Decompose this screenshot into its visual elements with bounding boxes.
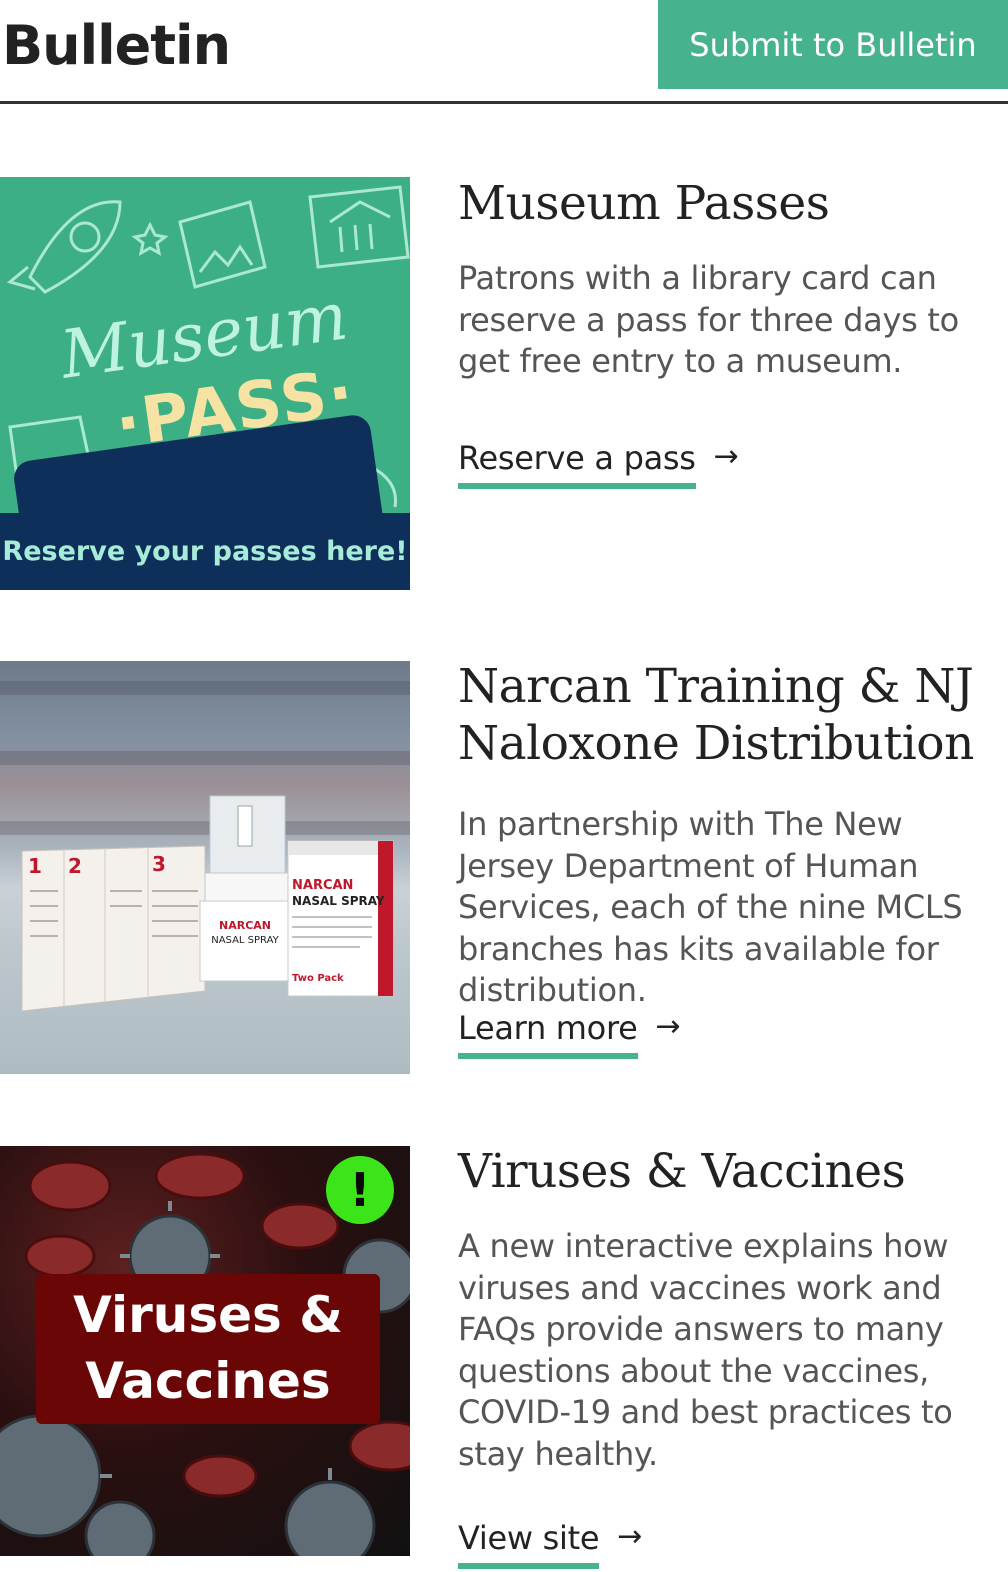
bulletin-card-narcan: 1 2 3 NARCAN NASAL SPRAY NARCAN NASAL SP… [0,659,1008,1074]
virus-label-line1: Viruses & [73,1286,343,1344]
museum-pass-image[interactable]: Museum ·PASS· Reserve your passes here! [0,177,410,590]
viruses-vaccines-image[interactable]: Viruses & Vaccines ! [0,1146,410,1556]
learn-more-link[interactable]: Learn more → [458,1009,681,1059]
svg-text:1: 1 [28,854,42,878]
narcan-name-small: NASAL SPRAY [211,935,279,946]
link-label: Learn more [458,1009,638,1059]
card-title: Viruses & Vaccines [458,1144,906,1199]
card-title: Narcan Training & NJ Naloxone Distributi… [458,659,974,771]
arrow-right-icon: → [713,439,739,474]
link-label: View site [458,1519,600,1569]
narcan-brand-large: NARCAN [292,878,353,893]
narcan-card-body: Narcan Training & NJ Naloxone Distributi… [458,659,1008,1059]
viruses-card-body: Viruses & Vaccines A new interactive exp… [458,1144,1008,1569]
alert-icon: ! [326,1156,394,1224]
bulletin-card-museum-passes: Museum ·PASS· Reserve your passes here! … [0,176,1008,590]
page-title: Bulletin [2,14,231,77]
narcan-kit-illustration: 1 2 3 NARCAN NASAL SPRAY NARCAN NASAL SP… [21,795,394,1012]
svg-text:3: 3 [152,852,166,876]
card-description: A new interactive explains how viruses a… [458,1227,953,1473]
narcan-image[interactable]: 1 2 3 NARCAN NASAL SPRAY NARCAN NASAL SP… [0,661,410,1074]
card-description: In partnership with The New Jersey Depar… [458,805,963,1010]
card-title: Museum Passes [458,176,830,231]
link-label: Reserve a pass [458,439,696,489]
bulletin-card-viruses-vaccines: Viruses & Vaccines ! Viruses & Vaccines … [0,1144,1008,1572]
view-site-link[interactable]: View site → [458,1519,642,1569]
bulletin-page: Bulletin Submit to Bulletin Museum ·PASS… [0,0,1008,1572]
museum-banner: Reserve your passes here! [0,513,410,590]
arrow-right-icon: → [617,1519,643,1554]
reserve-pass-link[interactable]: Reserve a pass → [458,439,739,489]
arrow-right-icon: → [655,1009,681,1044]
svg-text:2: 2 [68,854,82,878]
narcan-pack: Two Pack [292,973,344,984]
narcan-name-large: NASAL SPRAY [292,894,385,908]
museum-card-body: Museum Passes Patrons with a library car… [458,176,1008,489]
bulletin-header: Bulletin Submit to Bulletin [0,0,1008,104]
submit-to-bulletin-button[interactable]: Submit to Bulletin [658,0,1008,89]
card-description: Patrons with a library card can reserve … [458,259,959,381]
narcan-brand-small: NARCAN [219,919,271,932]
virus-label-line2: Vaccines [85,1352,331,1410]
